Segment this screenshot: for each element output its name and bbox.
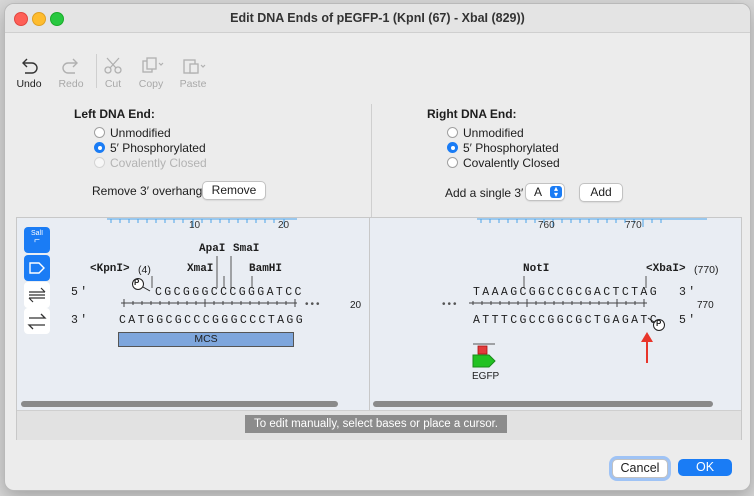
cut-button[interactable]: Cut [93, 56, 133, 90]
radio-circle-selected [447, 142, 458, 153]
copy-label: Copy [138, 78, 164, 90]
bottom-strand-sequence[interactable]: CATGGCGCCCGGGCCCTAGG [119, 314, 305, 327]
mcs-feature-bar[interactable]: MCS [118, 332, 294, 347]
paste-label: Paste [179, 78, 207, 90]
cut-label: Cut [104, 78, 122, 90]
copy-button[interactable]: Copy [131, 56, 171, 90]
strand-label-3prime: 3' [679, 286, 698, 299]
base-select[interactable]: A ▴ ▾ [525, 183, 565, 201]
redo-button[interactable]: Redo [51, 56, 91, 90]
radio-circle-selected [94, 142, 105, 153]
scissors-icon [104, 57, 122, 74]
radio-label: Covalently Closed [110, 156, 207, 170]
right-strand-ruler [469, 299, 647, 307]
title-bar: Edit DNA Ends of pEGFP-1 (KpnI (67) - Xb… [5, 4, 750, 33]
cancel-button[interactable]: Cancel [612, 459, 668, 478]
radio-label: 5′ Phosphorylated [110, 141, 206, 155]
radio-label: 5′ Phosphorylated [463, 141, 559, 155]
base-select-value: A [534, 185, 543, 199]
right-enzyme-leader-lines [523, 276, 665, 363]
dialog-window: Edit DNA Ends of pEGFP-1 (KpnI (67) - Xb… [4, 3, 751, 491]
left-end-header: Left DNA End: [74, 107, 155, 121]
remove-overhang-label: Remove 3′ overhang [92, 184, 203, 198]
paste-icon [183, 59, 206, 74]
radio-circle [447, 157, 458, 168]
radio-circle [94, 157, 105, 168]
paste-button[interactable]: Paste [173, 56, 213, 90]
ok-button[interactable]: OK [678, 459, 732, 476]
remove-button[interactable]: Remove [202, 181, 266, 200]
left-strand-ruler [121, 299, 297, 307]
undo-icon [22, 58, 38, 74]
redo-label: Redo [58, 78, 84, 90]
sequence-continues-ellipsis: ••• [305, 299, 322, 310]
pane-separator [371, 104, 372, 217]
feature-label: MCS [194, 333, 218, 345]
radio-circle [94, 127, 105, 138]
right-horizontal-scrollbar[interactable] [373, 401, 713, 407]
sequence-continues-ellipsis: ••• [442, 299, 459, 310]
sequence-end-number: 770 [697, 300, 714, 311]
undo-label: Undo [16, 78, 42, 90]
strand-label-3prime: 3' [71, 314, 90, 327]
add-single-label: Add a single 3′ [445, 186, 524, 200]
undo-button[interactable]: Undo [9, 56, 49, 90]
radio-circle [447, 127, 458, 138]
add-button[interactable]: Add [579, 183, 623, 202]
swap-strands-button[interactable] [24, 308, 50, 334]
strand-label-5prime: 5' [71, 286, 90, 299]
egfp-feature-arrow[interactable] [469, 340, 499, 370]
swap-arrows-icon [27, 313, 47, 330]
radio-label: Unmodified [463, 126, 524, 140]
feature-label-egfp: EGFP [472, 371, 500, 382]
radio-label: Covalently Closed [463, 156, 560, 170]
bottom-strand-sequence[interactable]: ATTTCGCCGGCGCTGAGATC [473, 314, 659, 327]
right-end-header: Right DNA End: [427, 107, 517, 121]
select-stepper-icon: ▴ ▾ [550, 185, 562, 199]
copy-icon [142, 57, 164, 73]
window-title: Edit DNA Ends of pEGFP-1 (KpnI (67) - Xb… [230, 11, 525, 25]
phosphate-marker: P [134, 278, 140, 287]
sequence-panel: SalI ⌐ 10 20 <KpnI> (4) ApaI SmaI XmaI B… [16, 217, 742, 440]
edit-hint-label: To edit manually, select bases or place … [245, 415, 507, 433]
redo-icon [62, 58, 78, 74]
radio-label: Unmodified [110, 126, 171, 140]
left-horizontal-scrollbar[interactable] [21, 401, 338, 407]
sequence-end-number: 20 [350, 300, 362, 311]
strand-label-5prime: 5' [679, 314, 698, 327]
